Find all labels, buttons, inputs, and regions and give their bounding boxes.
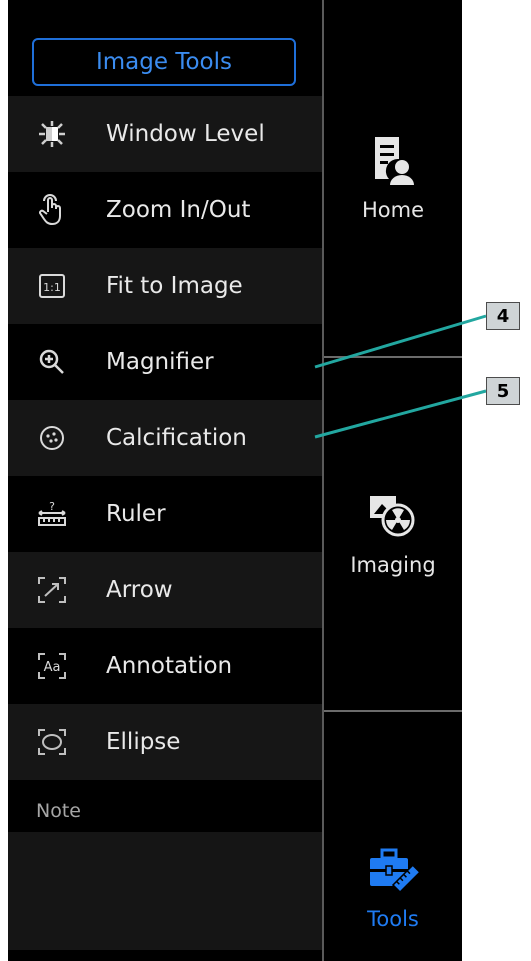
callout-lines (314, 314, 487, 439)
callout-number: 4 (496, 305, 510, 327)
callout-number: 5 (496, 380, 510, 402)
callout-5: 5 (486, 377, 520, 405)
callout-4: 4 (486, 302, 520, 330)
